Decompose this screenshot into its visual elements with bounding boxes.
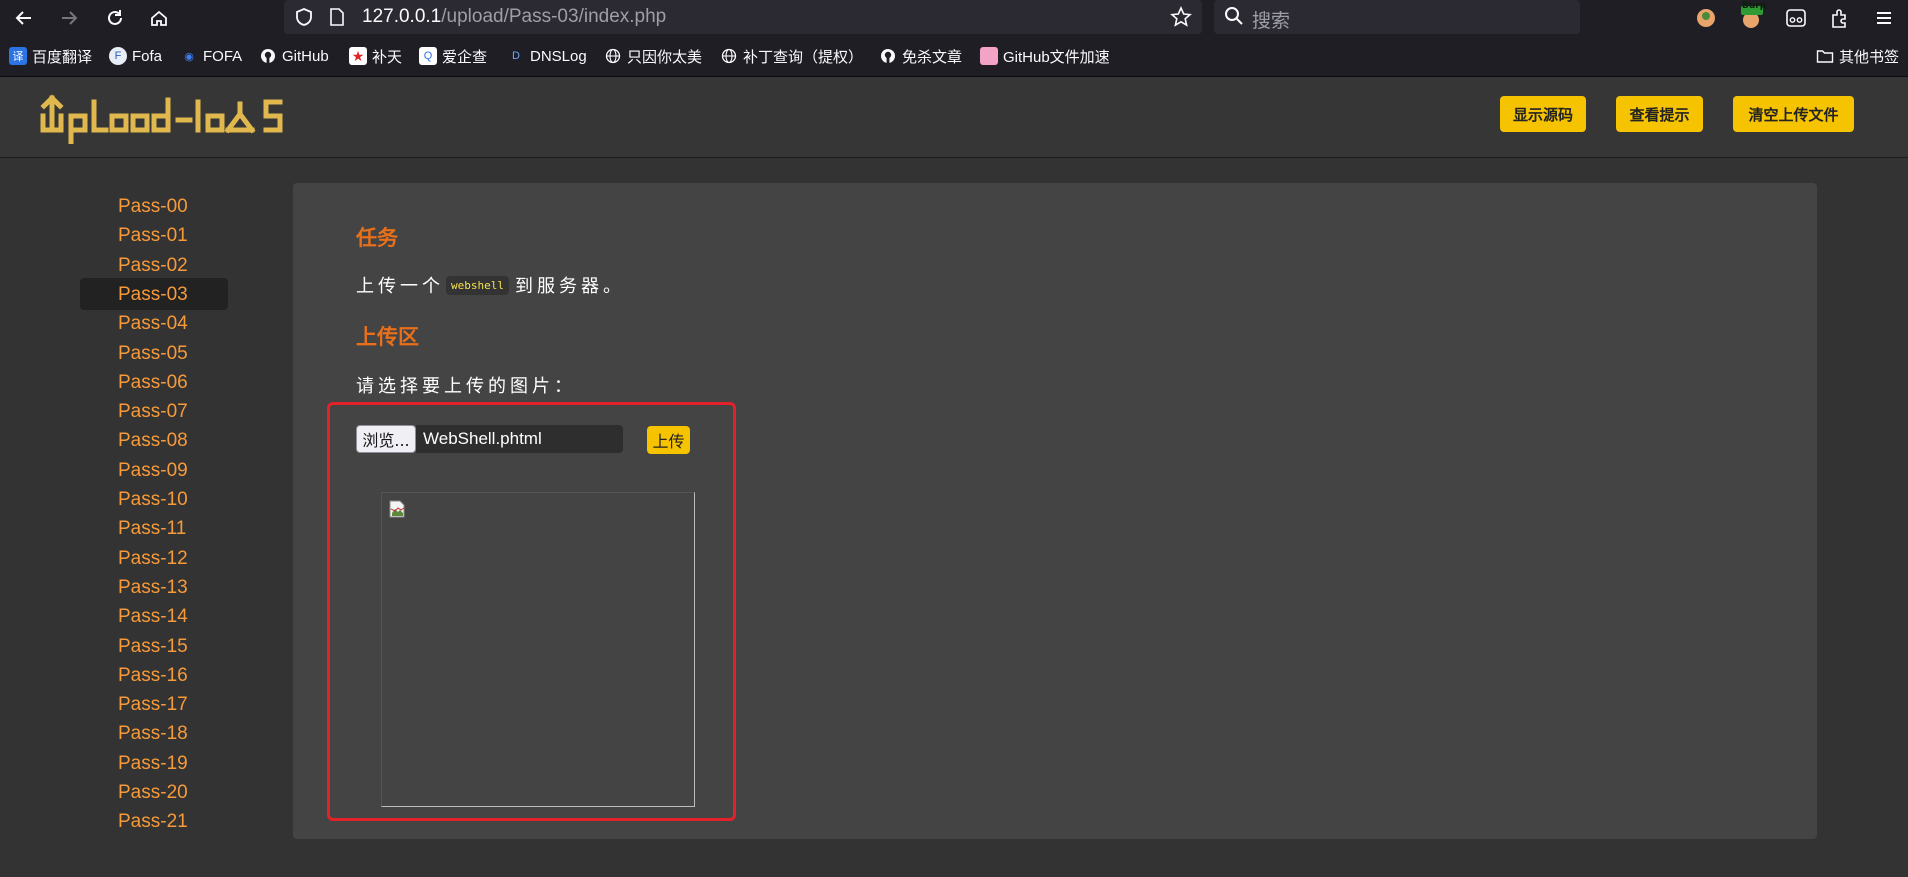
broken-image-icon <box>389 500 405 522</box>
image-preview <box>381 492 695 807</box>
dnslog-icon: D <box>512 50 520 62</box>
burp-badge: Burp <box>1742 1 1767 11</box>
sidebar-item-pass-09[interactable]: Pass-09 <box>118 460 188 482</box>
bookmark-label: GitHub <box>282 47 329 65</box>
bookmark-patch-query[interactable]: 补丁查询（提权） <box>720 45 863 67</box>
bookmark-aiqicha[interactable]: Q 爱企查 <box>419 45 487 67</box>
sidebar-item-pass-05[interactable]: Pass-05 <box>118 343 188 365</box>
url-text[interactable]: 127.0.0.1/upload/Pass-03/index.php <box>362 6 666 28</box>
sidebar-item-pass-18[interactable]: Pass-18 <box>118 723 188 745</box>
task-suffix: 到服务器。 <box>514 276 625 297</box>
globe-icon <box>604 47 622 65</box>
bookmark-label: 爱企查 <box>442 48 488 66</box>
sidebar-item-pass-08[interactable]: Pass-08 <box>118 430 188 452</box>
upload-labs-logo[interactable] <box>40 92 330 148</box>
search-placeholder: 搜索 <box>1252 11 1291 32</box>
bookmark-github-accel[interactable]: GitHub文件加速 <box>980 45 1110 67</box>
bookmark-label: 补天 <box>372 48 403 66</box>
folder-icon <box>1816 47 1834 65</box>
bookmark-zhiyin[interactable]: 只因你太美 <box>604 45 702 67</box>
extensions-puzzle-icon[interactable] <box>1827 5 1853 31</box>
sidebar-item-pass-16[interactable]: Pass-16 <box>118 665 188 687</box>
view-hint-button[interactable]: 查看提示 <box>1616 96 1703 132</box>
bookmark-dnslog[interactable]: D DNSLog <box>507 45 587 67</box>
forward-icon[interactable] <box>56 5 82 31</box>
sidebar-item-pass-04[interactable]: Pass-04 <box>118 313 188 335</box>
github-icon <box>259 47 277 65</box>
search-icon <box>1224 6 1244 30</box>
sidebar-item-pass-12[interactable]: Pass-12 <box>118 548 188 570</box>
bookmark-label: 补丁查询（提权） <box>743 48 864 66</box>
sidebar-item-pass-13[interactable]: Pass-13 <box>118 577 188 599</box>
bookmark-fofa[interactable]: F Fofa <box>109 45 162 67</box>
sidebar-item-pass-14[interactable]: Pass-14 <box>118 606 188 628</box>
sidebar-item-pass-10[interactable]: Pass-10 <box>118 489 188 511</box>
url-path: /upload/Pass-03/index.php <box>441 6 667 27</box>
burp-extension-icon[interactable]: Burp <box>1738 1 1766 31</box>
fofa-eye-icon: ◉ <box>184 50 194 63</box>
butian-icon: ★ <box>349 47 367 65</box>
url-bar[interactable]: 127.0.0.1/upload/Pass-03/index.php <box>284 0 1202 34</box>
task-title: 任务 <box>356 226 398 250</box>
bookmark-label: FOFA <box>203 47 243 65</box>
sidebar-item-pass-02[interactable]: Pass-02 <box>118 255 188 277</box>
task-prefix: 上传一个 <box>356 276 444 297</box>
sidebar-item-pass-17[interactable]: Pass-17 <box>118 694 188 716</box>
upload-button[interactable]: 上传 <box>647 426 690 454</box>
bookmark-label: 免杀文章 <box>902 48 963 66</box>
bookmark-butian[interactable]: ★ 补天 <box>349 45 402 67</box>
fofa-icon: F <box>109 47 127 65</box>
pink-icon <box>980 47 998 65</box>
sidebar-item-pass-01[interactable]: Pass-01 <box>118 225 188 247</box>
browser-toolbar: 127.0.0.1/upload/Pass-03/index.php 搜索 Bu… <box>0 0 1908 36</box>
browse-button[interactable]: 浏览... <box>356 425 416 453</box>
other-bookmarks[interactable]: 其他书签 <box>1816 45 1899 67</box>
bookmark-mianshawenzhang[interactable]: 免杀文章 <box>879 45 962 67</box>
reload-icon[interactable] <box>102 5 128 31</box>
bookmark-label: Fofa <box>132 47 163 65</box>
url-host: 127.0.0.1 <box>362 6 442 27</box>
sidebar-item-pass-03[interactable]: Pass-03 <box>118 284 188 306</box>
private-mask-icon[interactable] <box>1783 5 1809 31</box>
github-icon <box>879 47 897 65</box>
show-source-button[interactable]: 显示源码 <box>1500 96 1586 132</box>
sidebar-item-pass-07[interactable]: Pass-07 <box>118 401 188 423</box>
sidebar-item-pass-20[interactable]: Pass-20 <box>118 782 188 804</box>
clear-uploads-button[interactable]: 清空上传文件 <box>1733 96 1854 132</box>
logo-graphic <box>40 94 283 145</box>
globe-icon <box>720 47 738 65</box>
bookmark-label: 百度翻译 <box>32 48 93 66</box>
bookmark-label: 只因你太美 <box>627 48 703 66</box>
back-icon[interactable] <box>11 5 37 31</box>
bookmarks-toolbar: 译 百度翻译 F Fofa ◉ FOFA GitHub ★ 补天 Q 爱企查 D… <box>0 36 1908 77</box>
choose-image-label: 请选择要上传的图片： <box>356 376 576 397</box>
sidebar-item-pass-21[interactable]: Pass-21 <box>118 811 188 833</box>
bookmark-baidu-translate[interactable]: 译 百度翻译 <box>9 45 92 67</box>
home-icon[interactable] <box>146 5 172 31</box>
task-description: 上传一个 webshell 到服务器。 <box>356 272 625 298</box>
bookmark-label: GitHub文件加速 <box>1003 48 1110 66</box>
task-code: webshell <box>446 275 509 295</box>
selected-file-name: WebShell.phtml <box>423 429 542 448</box>
sidebar-item-pass-00[interactable]: Pass-00 <box>118 196 188 218</box>
bookmark-fofa-2[interactable]: ◉ FOFA <box>180 45 242 67</box>
bookmark-github[interactable]: GitHub <box>259 45 329 67</box>
sidebar-item-pass-19[interactable]: Pass-19 <box>118 753 188 775</box>
bookmark-star-icon[interactable] <box>1170 6 1192 32</box>
sidebar-item-pass-06[interactable]: Pass-06 <box>118 372 188 394</box>
aiqicha-icon: Q <box>419 47 437 65</box>
sidebar-item-pass-15[interactable]: Pass-15 <box>118 636 188 658</box>
upload-area-title: 上传区 <box>356 325 419 349</box>
baidu-translate-icon: 译 <box>9 47 27 65</box>
page-icon[interactable] <box>328 7 346 31</box>
tracking-shield-icon[interactable] <box>294 7 314 31</box>
other-bookmarks-label: 其他书签 <box>1839 48 1900 66</box>
sidebar-item-pass-11[interactable]: Pass-11 <box>118 518 186 540</box>
search-bar[interactable]: 搜索 <box>1214 0 1580 34</box>
bookmark-label: DNSLog <box>530 47 587 65</box>
extension-avatar-icon[interactable] <box>1693 5 1719 31</box>
menu-icon[interactable] <box>1871 5 1897 31</box>
